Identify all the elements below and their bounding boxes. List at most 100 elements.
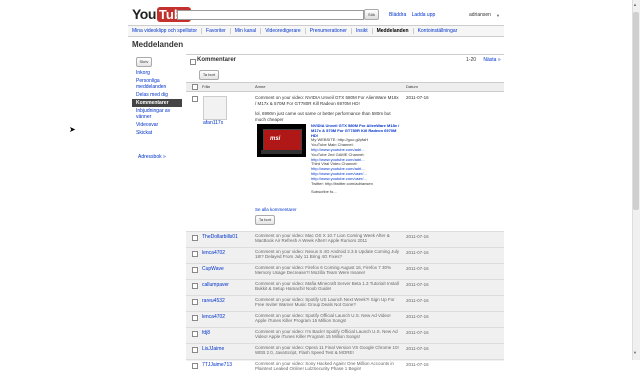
delete-button[interactable]: Ta bort bbox=[199, 70, 219, 80]
avatar[interactable] bbox=[203, 96, 227, 120]
nav-item-insight[interactable]: Insikt bbox=[352, 28, 373, 34]
next-page-link[interactable]: Nästa » bbox=[483, 57, 500, 63]
nav-item-account-settings[interactable]: Kontoinställningar bbox=[414, 28, 462, 34]
row-date: 2011-07-16 bbox=[406, 346, 429, 351]
select-all-checkbox[interactable] bbox=[190, 59, 196, 65]
scroll-up-icon[interactable]: ▲ bbox=[633, 2, 637, 7]
row-from[interactable]: lenca4702 bbox=[202, 314, 225, 320]
table-row[interactable]: fdj8 Comment on your video: I'm Back!! S… bbox=[186, 327, 504, 343]
sidebar: Inkorg Personliga meddelanden Delas med … bbox=[132, 69, 182, 137]
row-subject[interactable]: Comment on your video: I'm Back!! Spotif… bbox=[255, 329, 400, 339]
chevron-down-icon[interactable]: ▼ bbox=[496, 13, 500, 18]
sidebar-item-friend-invites[interactable]: Inbjudningar av vänner bbox=[132, 107, 182, 121]
video-info: NVIDIA Unveil GTX 580M For AlienWare M18… bbox=[311, 123, 403, 195]
table-row[interactable]: TheDollarbills01 Comment on your video: … bbox=[186, 231, 504, 247]
row-from[interactable]: lenca4702 bbox=[202, 250, 225, 256]
row-from[interactable]: TheDollarbills01 bbox=[202, 234, 238, 240]
row-checkbox[interactable] bbox=[192, 363, 198, 369]
nav-item-my-channel[interactable]: Min kanal bbox=[231, 28, 262, 34]
row-checkbox[interactable] bbox=[192, 251, 198, 257]
scrollbar-thumb[interactable] bbox=[633, 12, 639, 210]
nav-item-favorites[interactable]: Favoriter bbox=[202, 28, 231, 34]
video-thumbnail[interactable]: msi bbox=[257, 124, 306, 157]
row-subject[interactable]: Comment on your video: Nexus S 4G Androi… bbox=[255, 249, 400, 259]
column-subject[interactable]: Ämne bbox=[255, 84, 265, 89]
row-from[interactable]: fdj8 bbox=[202, 330, 210, 336]
message-subject: Comment on your video: NVIDIA Unveil GTX… bbox=[255, 95, 399, 106]
row-checkbox[interactable] bbox=[192, 331, 198, 337]
pager-range: 1-20 bbox=[466, 57, 477, 63]
table-row[interactable]: callumpaver Comment on your video: Mafia… bbox=[186, 279, 504, 295]
username[interactable]: adriansen bbox=[469, 12, 491, 18]
message-date: 2011-07-16 bbox=[406, 95, 429, 100]
table-row[interactable]: lenca4702 Comment on your video: Nexus S… bbox=[186, 247, 504, 263]
upload-link[interactable]: Ladda upp bbox=[412, 12, 436, 18]
comments-title: Kommentarer bbox=[197, 57, 237, 63]
table-row[interactable]: lenca4702 Comment on your video: Spotify… bbox=[186, 311, 504, 327]
row-subject[interactable]: Comment on your video: Sony Hacked Again… bbox=[255, 361, 400, 371]
row-subject[interactable]: Comment on your video: Mac OS X 10.7 Lio… bbox=[255, 233, 400, 243]
row-from[interactable]: callumpaver bbox=[202, 282, 229, 288]
message-checkbox[interactable] bbox=[192, 96, 198, 102]
row-subject[interactable]: Comment on your video: Spotify US Launch… bbox=[255, 297, 400, 307]
thumbnail-brand: msi bbox=[270, 136, 281, 142]
browse-link[interactable]: Bläddra bbox=[389, 12, 406, 18]
row-checkbox[interactable] bbox=[192, 235, 198, 241]
account-nav: Mina videoklipp och spellistor Favoriter… bbox=[128, 25, 504, 37]
sidebar-item-inbox[interactable]: Inkorg bbox=[132, 69, 182, 77]
row-checkbox[interactable] bbox=[192, 267, 198, 273]
search-button[interactable]: Sök bbox=[364, 9, 379, 20]
delete-message-button[interactable]: Ta bort bbox=[255, 215, 275, 225]
mouse-cursor-icon: ➤ bbox=[69, 125, 76, 134]
sidebar-item-personal-messages[interactable]: Personliga meddelanden bbox=[132, 77, 182, 91]
sidebar-item-comments[interactable]: Kommentarer bbox=[132, 99, 182, 107]
table-row[interactable]: rareu4532 Comment on your video: Spotify… bbox=[186, 295, 504, 311]
row-from[interactable]: CupWave bbox=[202, 266, 224, 272]
row-checkbox[interactable] bbox=[192, 347, 198, 353]
row-checkbox[interactable] bbox=[192, 299, 198, 305]
compose-button[interactable]: Skriv bbox=[136, 57, 152, 67]
column-from[interactable]: Från bbox=[202, 84, 210, 89]
laptop-screen bbox=[263, 129, 302, 151]
row-date: 2011-07-16 bbox=[406, 330, 429, 335]
row-subject[interactable]: Comment on your video: Mafia Minecraft S… bbox=[255, 281, 400, 291]
row-subject[interactable]: Comment on your video: Firefox 6 Coming … bbox=[255, 265, 400, 275]
sidebar-item-shared-with-you[interactable]: Delas med dig bbox=[132, 91, 182, 99]
header-checkbox[interactable] bbox=[192, 84, 198, 90]
row-checkbox[interactable] bbox=[192, 315, 198, 321]
sidebar-item-video-responses[interactable]: Videosvar bbox=[132, 121, 182, 129]
pager: 1-20 Nästa » bbox=[466, 57, 501, 63]
row-subject[interactable]: Comment on your video: Opera 11 Final Ve… bbox=[255, 345, 400, 355]
row-date: 2011-07-16 bbox=[406, 314, 429, 319]
row-date: 2011-07-16 bbox=[406, 282, 429, 287]
row-date: 2011-07-16 bbox=[406, 266, 429, 271]
nav-item-messages[interactable]: Meddelanden bbox=[373, 28, 414, 34]
nav-item-video-editor[interactable]: Videoredigerare bbox=[261, 28, 306, 34]
row-from[interactable]: 7TJJaime713 bbox=[202, 362, 232, 368]
sender-name[interactable]: afan117x bbox=[203, 120, 223, 126]
column-date[interactable]: Datum bbox=[406, 84, 418, 89]
nav-item-subscriptions[interactable]: Prenumerationer bbox=[306, 28, 352, 34]
row-date: 2011-07-16 bbox=[406, 362, 429, 367]
see-all-comments-link[interactable]: Se alla kommentarer bbox=[255, 207, 297, 212]
table-row[interactable]: 7TJJaime713 Comment on your video: Sony … bbox=[186, 359, 504, 371]
scroll-down-icon[interactable]: ▼ bbox=[633, 350, 637, 355]
row-subject[interactable]: Comment on your video: Spotify Official … bbox=[255, 313, 400, 323]
row-from[interactable]: rareu4532 bbox=[202, 298, 225, 304]
row-checkbox[interactable] bbox=[192, 283, 198, 289]
row-date: 2011-07-16 bbox=[406, 298, 429, 303]
laptop-base bbox=[261, 150, 302, 154]
row-from[interactable]: LisJJaime bbox=[202, 346, 224, 352]
sidebar-item-sent[interactable]: Skickat bbox=[132, 129, 182, 137]
table-row[interactable]: CupWave Comment on your video: Firefox 6… bbox=[186, 263, 504, 279]
table-row[interactable]: LisJJaime Comment on your video: Opera 1… bbox=[186, 343, 504, 359]
video-title-link[interactable]: NVIDIA Unveil GTX 580M For AlienWare M18… bbox=[311, 123, 403, 138]
search-input[interactable] bbox=[177, 10, 364, 20]
top-links: Bläddra Ladda upp bbox=[389, 12, 439, 18]
address-book-link[interactable]: Adressbok » bbox=[138, 154, 166, 160]
nav-item-my-videos[interactable]: Mina videoklipp och spellistor bbox=[128, 28, 203, 34]
logo-you: You bbox=[132, 6, 156, 22]
page-title: Meddelanden bbox=[132, 40, 184, 49]
video-line: Subscribe fo... bbox=[311, 189, 337, 195]
message-body: lol, 6990m just came out same or better … bbox=[255, 111, 391, 122]
